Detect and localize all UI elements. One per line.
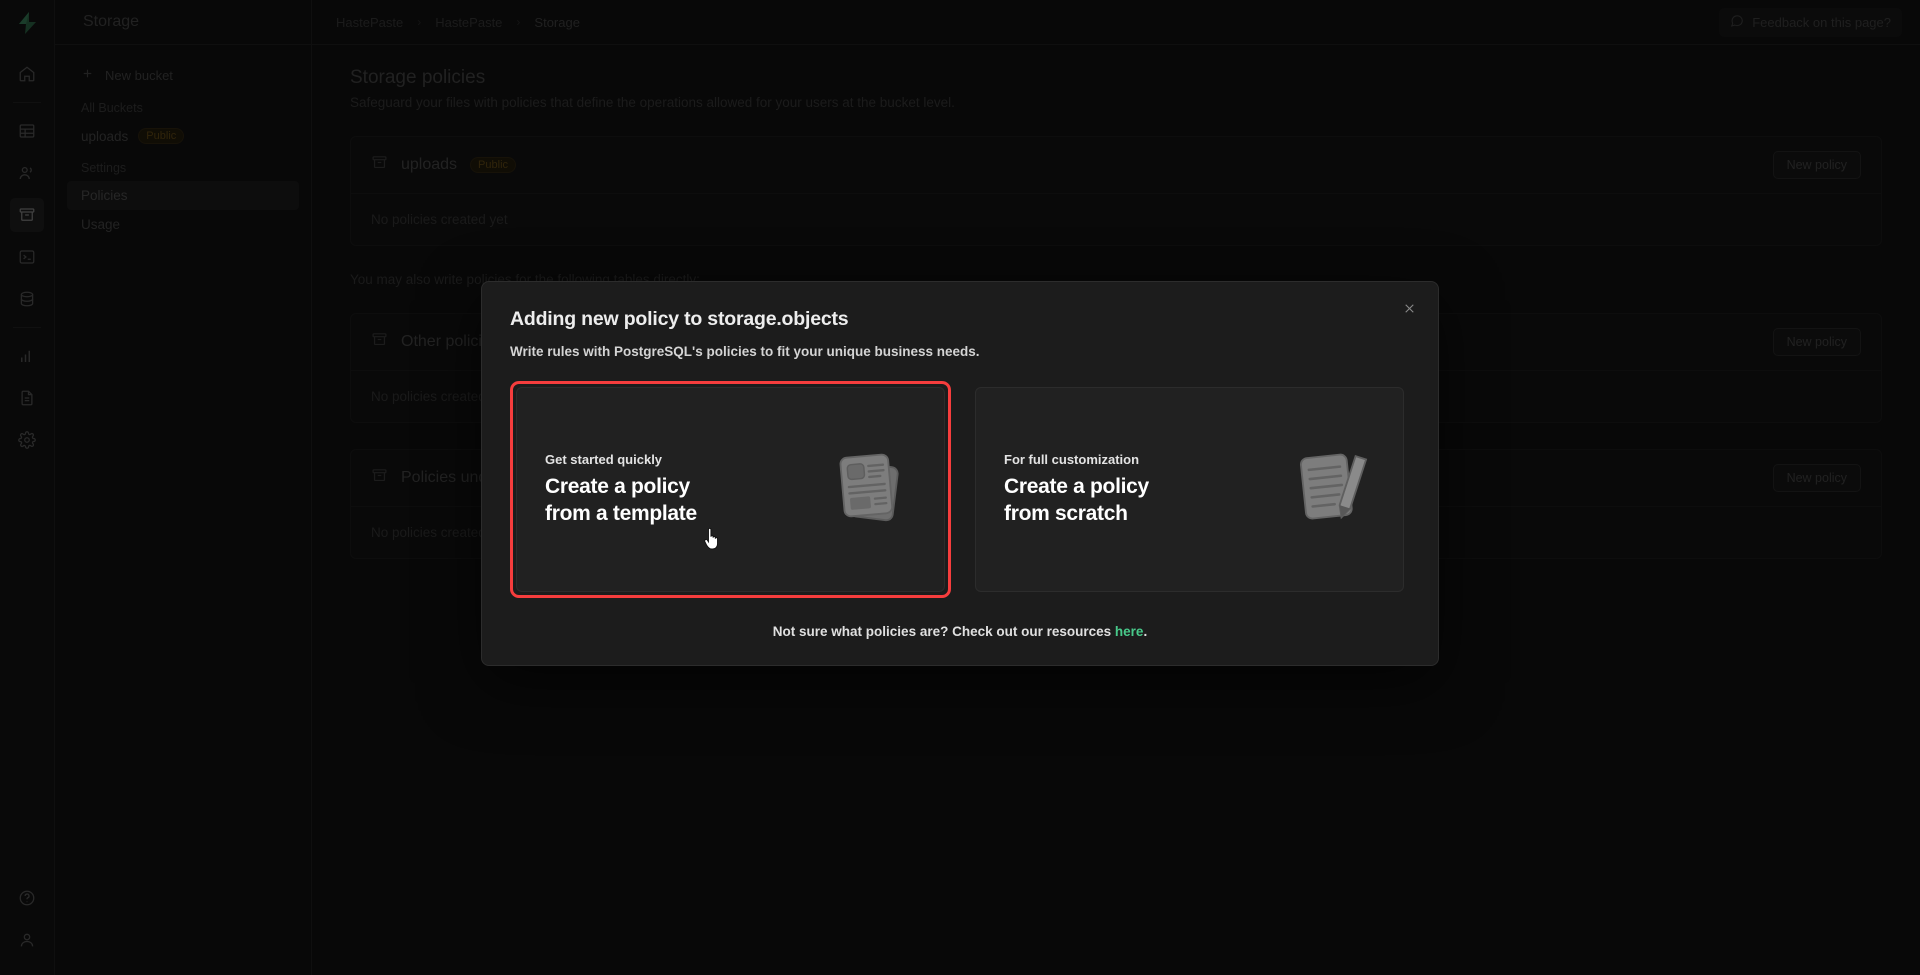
modal-subtitle: Write rules with PostgreSQL's policies t…	[510, 344, 980, 359]
card-eyebrow-scratch: For full customization	[1004, 451, 1140, 467]
modal-title: Adding new policy to storage.objects	[510, 308, 849, 330]
card-heading-line2-scratch: from scratch	[1004, 501, 1128, 525]
card-highlight-ring-scratch: For full customization Create a policy f…	[969, 381, 1410, 598]
card-text-template: Get started quickly Create a policy from…	[545, 452, 697, 528]
card-heading-template: Create a policy from a template	[545, 474, 697, 528]
card-highlight-ring-template: Get started quickly Create a policy from…	[510, 381, 951, 598]
template-document-icon	[826, 441, 918, 538]
storage-policies-page: Storage HastePaste › HastePaste › Storag…	[0, 0, 1920, 975]
card-eyebrow-template: Get started quickly	[545, 451, 663, 467]
card-text-scratch: For full customization Create a policy f…	[1004, 452, 1149, 528]
footer-text-after: .	[1143, 624, 1148, 639]
modal-footer: Not sure what policies are? Check out ou…	[510, 624, 1410, 639]
create-from-template-card[interactable]: Get started quickly Create a policy from…	[516, 387, 945, 592]
card-heading-scratch: Create a policy from scratch	[1004, 474, 1149, 528]
resources-link[interactable]: here	[1115, 624, 1144, 639]
create-from-scratch-card[interactable]: For full customization Create a policy f…	[975, 387, 1404, 592]
card-heading-line1-template: Create a policy	[545, 474, 690, 498]
document-pencil-icon	[1285, 441, 1377, 538]
new-policy-modal: Adding new policy to storage.objects Wri…	[481, 281, 1439, 666]
card-heading-line2-template: from a template	[545, 501, 697, 525]
policy-option-cards: Get started quickly Create a policy from…	[510, 381, 1410, 598]
close-icon[interactable]	[1396, 295, 1422, 321]
footer-text-before: Not sure what policies are? Check out ou…	[772, 624, 1115, 639]
card-heading-line1-scratch: Create a policy	[1004, 474, 1149, 498]
mouse-cursor-pointer	[703, 527, 721, 550]
